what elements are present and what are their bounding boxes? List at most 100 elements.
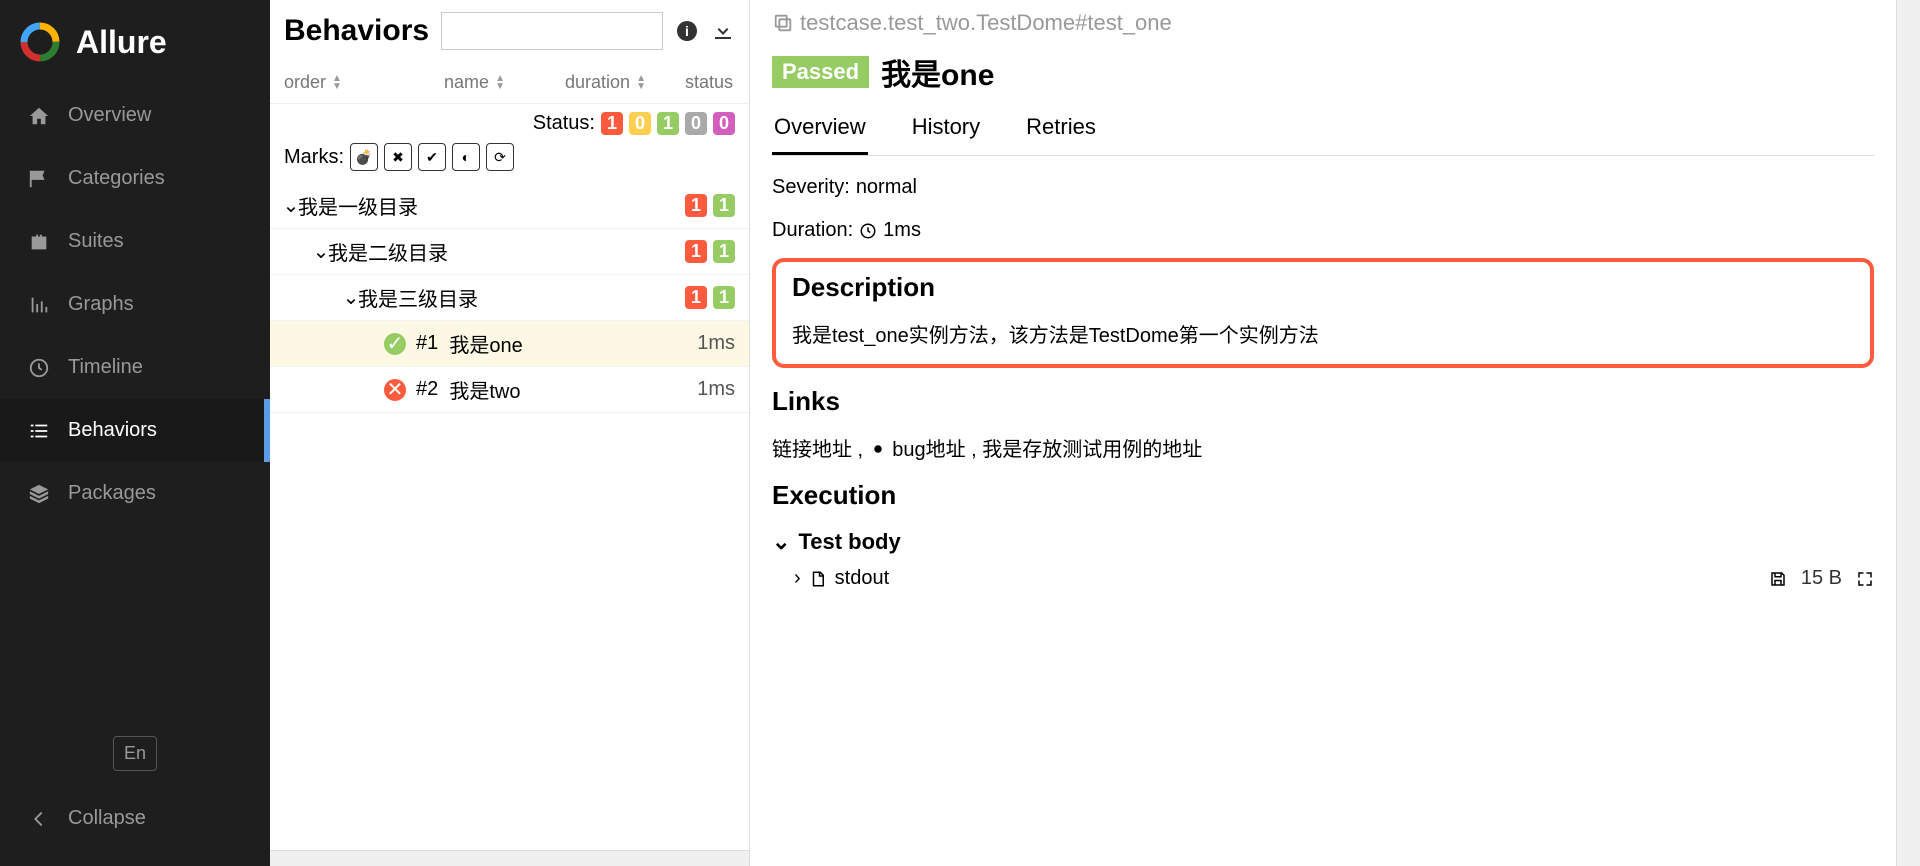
nav-behaviors[interactable]: Behaviors: [0, 399, 270, 462]
status-filter-row: Status: 1 0 1 0 0: [270, 104, 749, 139]
col-status[interactable]: status: [685, 72, 735, 93]
mark-new-broken-button[interactable]: ◐: [452, 143, 480, 171]
nav-timeline[interactable]: Timeline: [0, 336, 270, 399]
chevron-down-icon: ⌄: [344, 285, 358, 310]
col-duration[interactable]: duration▲▼: [565, 72, 685, 93]
behavior-tree: ⌄ 我是一级目录 1 1 ⌄ 我是二级目录 1 1 ⌄ 我是三级目录 1: [270, 175, 749, 850]
tree-node-l2[interactable]: ⌄ 我是二级目录 1 1: [270, 229, 749, 275]
nav-categories[interactable]: Categories: [0, 147, 270, 210]
middle-header: Behaviors i: [270, 0, 749, 62]
nav-label: Timeline: [68, 356, 143, 379]
horizontal-scrollbar[interactable]: [270, 850, 749, 866]
status-failed-count[interactable]: 1: [601, 112, 623, 135]
stdout-label: stdout: [835, 567, 889, 590]
nav-label: Categories: [68, 167, 165, 190]
language-button[interactable]: En: [0, 736, 270, 771]
sidebar-bottom: En Collapse: [0, 736, 270, 866]
status-passed-count[interactable]: 1: [657, 112, 679, 135]
nav-suites[interactable]: Suites: [0, 210, 270, 273]
allure-logo-icon: [20, 22, 60, 62]
copy-icon[interactable]: [772, 12, 794, 34]
sidebar: Allure Overview Categories Suites Graphs…: [0, 0, 270, 866]
pass-badge: 1: [713, 286, 735, 309]
tab-retries[interactable]: Retries: [1024, 104, 1098, 155]
pass-icon: ✓: [384, 333, 406, 355]
nav-label: Packages: [68, 482, 156, 505]
breadcrumb-text: testcase.test_two.TestDome#test_one: [800, 10, 1172, 36]
fail-badge: 1: [685, 286, 707, 309]
tab-history[interactable]: History: [910, 104, 982, 155]
download-icon[interactable]: [711, 19, 735, 43]
right-pane: testcase.test_two.TestDome#test_one Pass…: [750, 0, 1920, 866]
status-broken-count[interactable]: 0: [629, 112, 651, 135]
nav: Overview Categories Suites Graphs Timeli…: [0, 84, 270, 736]
mark-retried-button[interactable]: ⟳: [486, 143, 514, 171]
search-input[interactable]: [441, 12, 663, 50]
stdout-size: 15 B: [1801, 567, 1842, 590]
clock-icon: [859, 222, 877, 240]
col-order[interactable]: order▲▼: [284, 72, 384, 93]
title-row: Passed 我是one: [772, 50, 1874, 94]
brand-text: Allure: [76, 24, 167, 61]
fail-badge: 1: [685, 240, 707, 263]
page-title: Behaviors: [284, 14, 429, 48]
sort-icon: ▲▼: [636, 75, 646, 91]
links-heading: Links: [772, 386, 1874, 417]
flag-icon: [28, 168, 50, 190]
description-text: 我是test_one实例方法，该方法是TestDome第一个实例方法: [792, 319, 1854, 348]
vertical-scrollbar[interactable]: [1896, 0, 1920, 866]
links-line: 链接地址 , bug地址 , 我是存放测试用例的地址: [772, 433, 1874, 462]
test-body-toggle[interactable]: ⌄ Test body: [772, 529, 1874, 555]
status-unknown-count[interactable]: 0: [713, 112, 735, 135]
sort-icon: ▲▼: [332, 75, 342, 91]
description-heading: Description: [792, 272, 1854, 303]
briefcase-icon: [28, 231, 50, 253]
nav-graphs[interactable]: Graphs: [0, 273, 270, 336]
leaf-duration: 1ms: [685, 332, 735, 355]
status-skipped-count[interactable]: 0: [685, 112, 707, 135]
tabs: Overview History Retries: [772, 104, 1874, 156]
mark-flaky-button[interactable]: 💣: [350, 143, 378, 171]
nav-overview[interactable]: Overview: [0, 84, 270, 147]
mark-new-failed-button[interactable]: ✖: [384, 143, 412, 171]
nav-label: Behaviors: [68, 419, 157, 442]
severity-line: Severity: normal: [772, 176, 1874, 199]
chevron-right-icon: ›: [794, 567, 801, 590]
execution-heading: Execution: [772, 480, 1874, 511]
description-box: Description 我是test_one实例方法，该方法是TestDome第…: [772, 258, 1874, 368]
list-icon: [28, 420, 50, 442]
status-label: Status:: [533, 112, 595, 135]
nav-label: Graphs: [68, 293, 134, 316]
col-name[interactable]: name▲▼: [384, 72, 565, 93]
save-icon[interactable]: [1769, 570, 1787, 588]
chart-icon: [28, 294, 50, 316]
info-icon[interactable]: i: [675, 19, 699, 43]
leaf-num: #1: [416, 332, 438, 355]
svg-text:i: i: [685, 23, 689, 39]
mark-new-passed-button[interactable]: ✔: [418, 143, 446, 171]
leaf-num: #2: [416, 378, 438, 401]
test-title: 我是one: [881, 50, 994, 94]
leaf-label: 我是one: [449, 329, 685, 358]
tree-leaf-2[interactable]: ✕ #2 我是two 1ms: [270, 367, 749, 413]
expand-icon[interactable]: [1856, 570, 1874, 588]
status-badge: Passed: [772, 56, 869, 88]
tree-node-l3[interactable]: ⌄ 我是三级目录 1 1: [270, 275, 749, 321]
pass-badge: 1: [713, 194, 735, 217]
tree-node-l1[interactable]: ⌄ 我是一级目录 1 1: [270, 183, 749, 229]
chevron-down-icon: ⌄: [772, 529, 790, 555]
duration-line: Duration: 1ms: [772, 219, 1874, 242]
tab-overview[interactable]: Overview: [772, 104, 868, 155]
fail-badge: 1: [685, 194, 707, 217]
clock-icon: [28, 357, 50, 379]
tree-leaf-1[interactable]: ✓ #1 我是one 1ms: [270, 321, 749, 367]
stdout-row[interactable]: › stdout 15 B: [772, 567, 1874, 590]
breadcrumb: testcase.test_two.TestDome#test_one: [772, 10, 1874, 36]
logo[interactable]: Allure: [0, 0, 270, 84]
collapse-button[interactable]: Collapse: [0, 791, 270, 846]
marks-label: Marks:: [284, 146, 344, 169]
layers-icon: [28, 483, 50, 505]
nav-packages[interactable]: Packages: [0, 462, 270, 525]
column-headers: order▲▼ name▲▼ duration▲▼ status: [270, 62, 749, 104]
chevron-down-icon: ⌄: [314, 239, 328, 264]
